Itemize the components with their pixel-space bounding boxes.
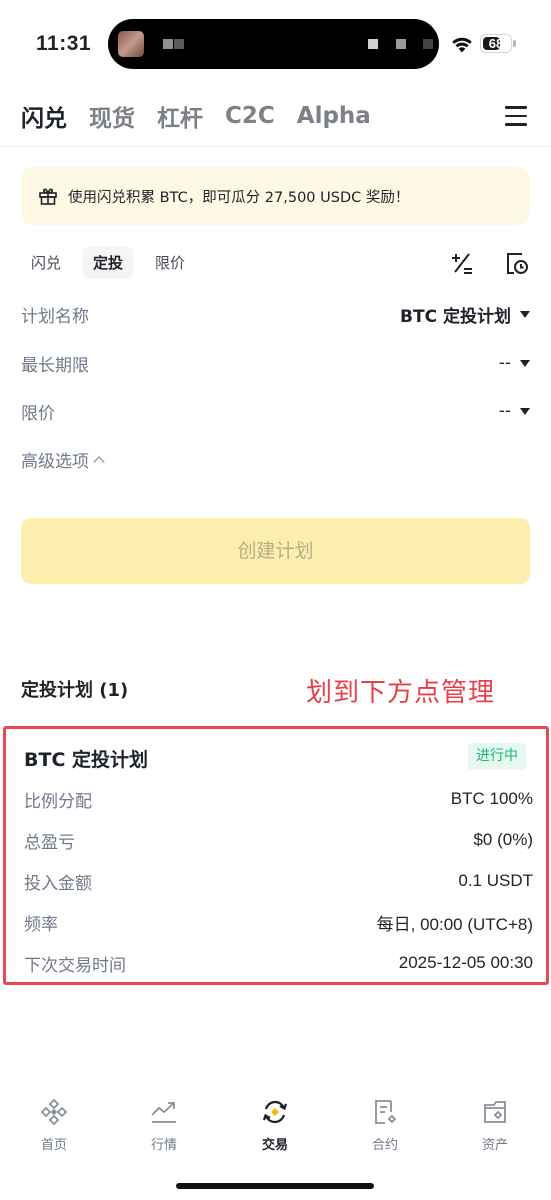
plan-row-label: 频率: [24, 914, 58, 935]
plan-card[interactable]: BTC 定投计划 进行中 比例分配 BTC 100% 总盈亏 $0 (0%) 投…: [3, 726, 549, 985]
blurred-pixel: [163, 39, 173, 49]
top-tabs: 闪兑 现货 杠杆 C2C Alpha: [21, 96, 393, 136]
subtab-flash-swap[interactable]: 闪兑: [21, 247, 71, 279]
plan-row-value: 0.1 USDT: [458, 871, 533, 890]
plan-row-label: 下次交易时间: [24, 955, 126, 976]
status-bar: 11:31 68: [0, 0, 551, 90]
tab-alpha[interactable]: Alpha: [297, 103, 371, 129]
max-period-row: 最长期限 --: [21, 345, 530, 381]
dynamic-island: [108, 19, 439, 69]
gift-icon: [39, 188, 57, 205]
annotation-text: 划到下方点管理: [306, 678, 496, 708]
futures-doc-icon: [375, 1100, 397, 1124]
chevron-up-icon: [93, 455, 105, 468]
plan-row-label: 比例分配: [24, 791, 92, 812]
market-chart-icon: [151, 1102, 176, 1123]
blurred-avatar: [118, 31, 144, 57]
promo-banner[interactable]: 使用闪兑积累 BTC，即可瓜分 27,500 USDC 奖励！: [21, 167, 530, 225]
nav-futures[interactable]: 合约: [340, 1097, 430, 1153]
blurred-pixel: [423, 39, 433, 49]
advanced-options-toggle[interactable]: 高级选项: [21, 441, 105, 477]
max-period-value: --: [498, 353, 511, 373]
limit-price-select[interactable]: --: [499, 401, 530, 421]
nav-label: 合约: [371, 1138, 398, 1153]
advanced-options-label: 高级选项: [21, 451, 89, 472]
nav-assets[interactable]: 资产: [450, 1097, 540, 1153]
tab-margin[interactable]: 杠杆: [157, 99, 203, 133]
plus-minus-icon[interactable]: [449, 250, 475, 276]
tab-c2c[interactable]: C2C: [225, 103, 275, 129]
plan-row-value: BTC 100%: [450, 789, 533, 808]
plan-row-value: 2025-12-05 00:30: [398, 953, 533, 972]
nav-label: 行情: [150, 1138, 177, 1153]
plan-name-row: 计划名称 BTC 定投计划: [21, 296, 530, 332]
battery-level-text: 68: [488, 36, 504, 51]
plan-row-total-pnl: 总盈亏 $0 (0%): [24, 825, 533, 855]
plan-row-invest-amount: 投入金额 0.1 USDT: [24, 866, 533, 896]
plan-name-label: 计划名称: [21, 306, 89, 327]
promo-text: 使用闪兑积累 BTC，即可瓜分 27,500 USDC 奖励！: [68, 189, 410, 206]
plan-row-allocation: 比例分配 BTC 100%: [24, 784, 533, 814]
tab-spot[interactable]: 现货: [89, 99, 135, 133]
limit-price-row: 限价 --: [21, 393, 530, 429]
max-period-label: 最长期限: [21, 355, 89, 376]
status-time: 11:31: [36, 32, 92, 55]
tab-flash-swap[interactable]: 闪兑: [21, 99, 67, 133]
subtab-limit[interactable]: 限价: [145, 247, 195, 279]
max-period-select[interactable]: --: [499, 353, 530, 373]
wifi-icon: [452, 37, 472, 53]
plan-row-value: $0 (0%): [473, 830, 533, 849]
nav-label: 交易: [261, 1138, 288, 1153]
trade-swap-icon: [262, 1100, 288, 1124]
nav-label: 资产: [481, 1138, 508, 1153]
caret-down-icon: [520, 359, 530, 367]
plan-card-name: BTC 定投计划: [24, 749, 149, 771]
create-plan-button[interactable]: 创建计划: [21, 518, 530, 584]
limit-price-label: 限价: [21, 403, 55, 424]
blurred-pixel: [174, 39, 184, 49]
plan-row-label: 投入金额: [24, 873, 92, 894]
plan-name-value: BTC 定投计划: [400, 306, 511, 327]
wallet-icon: [484, 1101, 506, 1123]
nav-market[interactable]: 行情: [119, 1097, 209, 1153]
history-doc-icon[interactable]: [503, 250, 529, 276]
hamburger-menu-icon[interactable]: [503, 104, 529, 128]
bottom-nav: 首页 行情 交易 合约 资产: [0, 1085, 551, 1165]
nav-trade[interactable]: 交易: [230, 1097, 320, 1153]
home-diamond-icon: [40, 1098, 68, 1126]
divider: [0, 146, 551, 147]
status-badge: 进行中: [468, 743, 526, 770]
blurred-pixel: [368, 39, 378, 49]
battery-icon: 68: [480, 34, 516, 54]
plan-row-value: 每日, 00:00 (UTC+8): [376, 914, 533, 934]
home-indicator: [176, 1183, 374, 1189]
plan-row-label: 总盈亏: [24, 832, 75, 853]
plan-row-next-trade: 下次交易时间 2025-12-05 00:30: [24, 948, 533, 978]
nav-label: 首页: [40, 1138, 67, 1153]
nav-home[interactable]: 首页: [9, 1097, 99, 1153]
sub-tabs: 闪兑 定投 限价: [21, 246, 207, 280]
caret-down-icon: [520, 407, 530, 415]
limit-price-value: --: [498, 401, 511, 421]
caret-down-icon: [520, 310, 530, 318]
subtab-recurring[interactable]: 定投: [83, 247, 134, 279]
blurred-pixel: [396, 39, 406, 49]
plan-name-select[interactable]: BTC 定投计划: [400, 302, 530, 327]
plans-section-title: 定投计划 (1): [21, 680, 129, 701]
plan-row-frequency: 频率 每日, 00:00 (UTC+8): [24, 907, 533, 937]
